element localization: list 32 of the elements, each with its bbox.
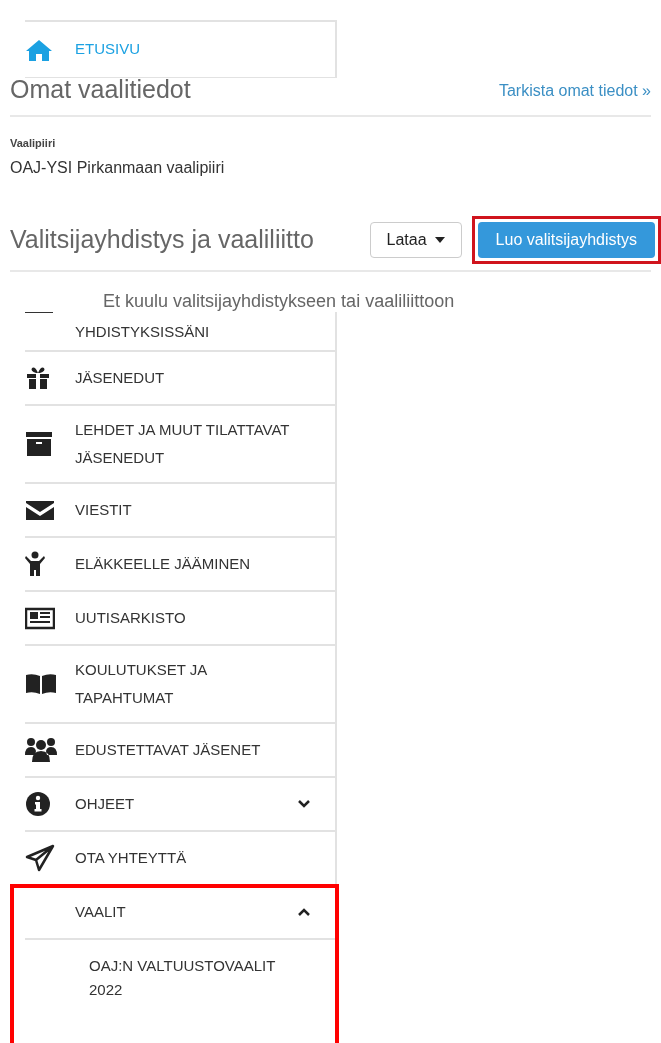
info-icon — [25, 790, 51, 817]
submenu-item[interactable]: OAJ:N VALTUUSTOVAALIT 2022 — [25, 937, 335, 1032]
field-value: OAJ-YSI Pirkanmaan vaalipiiri — [10, 157, 226, 178]
chevron-up-icon — [298, 907, 310, 916]
menu-item[interactable]: KOULUTUKSET JA TAPAHTUMAT — [25, 645, 335, 722]
menu-item[interactable]: EDUSTETTAVAT JÄSENET — [25, 723, 335, 776]
newspaper-icon — [25, 605, 55, 630]
section-heading: Valitsijayhdistys ja vaaliliitto — [10, 224, 315, 256]
home-icon — [25, 37, 53, 62]
menu-item[interactable]: ELÄKKEELLE JÄÄMINEN — [25, 537, 335, 590]
menu-item[interactable]: OHJEET — [25, 777, 335, 830]
empty-message: Et kuulu valitsijayhdistykseen tai vaaliliittoon — [103, 291, 456, 310]
field-label: Vaalipiiri — [10, 136, 57, 152]
book-icon — [25, 671, 57, 696]
download-dropdown[interactable]: Lataa — [369, 221, 462, 258]
menu-item[interactable]: LEHDET JA MUUT TILATTAVAT JÄSENEDUT — [25, 405, 335, 482]
chevron-down-icon — [298, 799, 310, 808]
menu-item[interactable]: JÄSENEDUT — [25, 351, 335, 404]
archive-icon — [25, 430, 53, 457]
gift-icon — [25, 365, 51, 390]
child-icon — [25, 550, 45, 577]
menu-item[interactable]: YHDISTYKSISSÄNI — [25, 311, 335, 350]
check-info-link[interactable]: Tarkista omat tiedot » — [498, 79, 651, 104]
envelope-icon — [25, 498, 55, 521]
caret-icon — [434, 236, 445, 243]
menu-item[interactable]: UUTISARKISTO — [25, 591, 335, 644]
users-icon — [25, 736, 57, 763]
menu-item[interactable]: VAALIT — [25, 885, 335, 938]
section-heading: Omat vaalitiedot — [10, 74, 191, 105]
send-icon — [25, 843, 55, 872]
menu-item[interactable]: OTA YHTEYTTÄ — [25, 831, 335, 884]
menu-item[interactable]: VIESTIT — [25, 483, 335, 536]
